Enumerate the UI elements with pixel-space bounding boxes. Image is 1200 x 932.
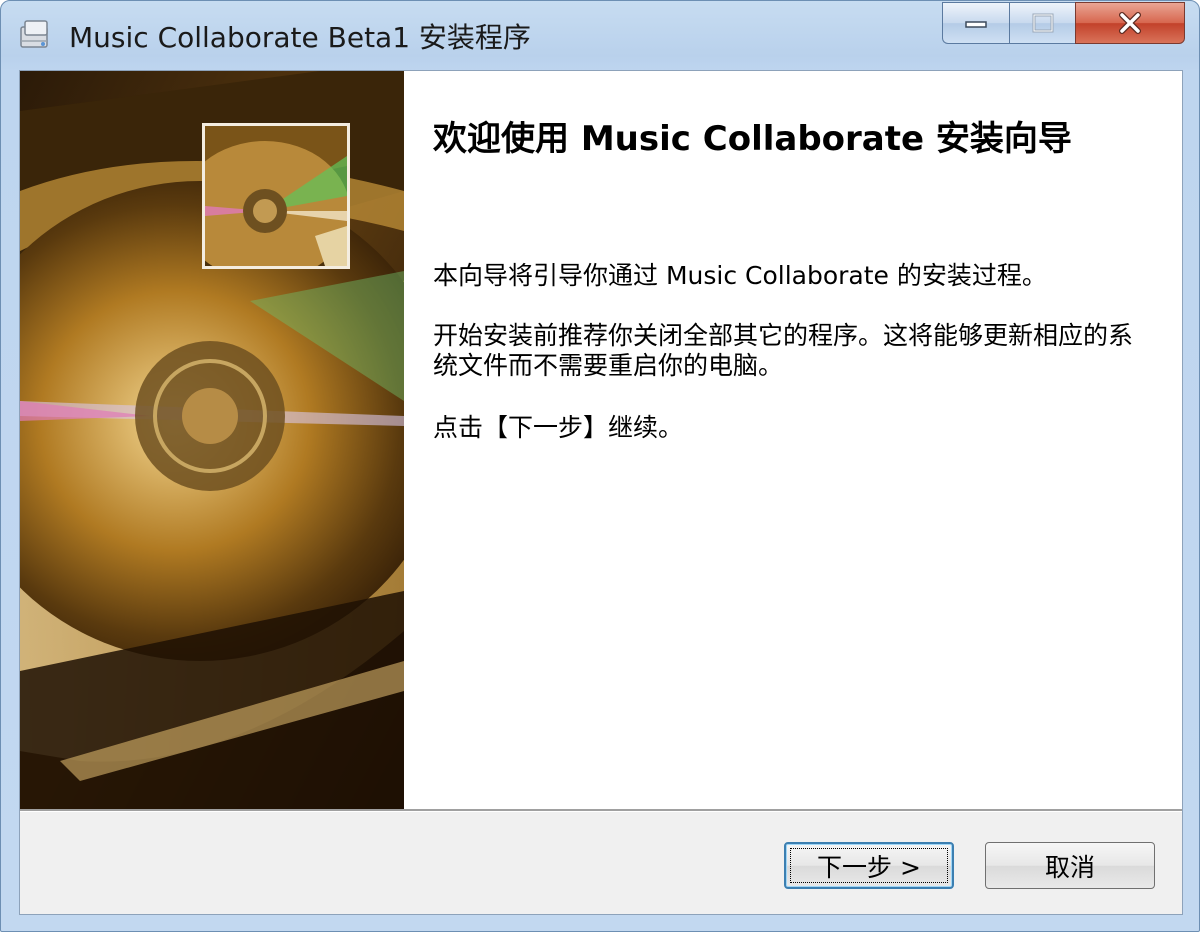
focus-rectangle [790, 848, 948, 883]
welcome-heading: 欢迎使用 Music Collaborate 安装向导 [433, 119, 1072, 159]
close-programs-text: 开始安装前推荐你关闭全部其它的程序。这将能够更新相应的系统文件而不需要重启你的电… [433, 321, 1134, 380]
cd-thumbnail-image [202, 123, 350, 269]
installer-app-icon [20, 20, 48, 48]
close-button[interactable] [1075, 2, 1185, 44]
footer-separator [20, 809, 1182, 812]
installer-window: Music Collaborate Beta1 安装程序 欢迎使用 Music … [0, 0, 1200, 932]
window-title: Music Collaborate Beta1 安装程序 [69, 21, 531, 54]
cancel-button-label: 取消 [1044, 852, 1095, 882]
minimize-button[interactable] [942, 2, 1009, 44]
maximize-icon [1032, 13, 1053, 33]
minimize-icon [965, 21, 987, 28]
installer-body: 欢迎使用 Music Collaborate 安装向导 本向导将引导你通过 Mu… [19, 70, 1183, 915]
continue-instruction-text: 点击【下一步】继续。 [433, 413, 684, 442]
welcome-content-panel: 欢迎使用 Music Collaborate 安装向导 本向导将引导你通过 Mu… [404, 71, 1182, 809]
next-button[interactable]: 下一步 > [784, 842, 954, 889]
close-icon [1119, 12, 1141, 34]
intro-text: 本向导将引导你通过 Music Collaborate 的安装过程。 [433, 261, 1047, 290]
maximize-button[interactable] [1009, 2, 1075, 44]
welcome-side-image [20, 71, 404, 809]
title-bar[interactable]: Music Collaborate Beta1 安装程序 [1, 1, 1199, 69]
cancel-button[interactable]: 取消 [985, 842, 1155, 889]
